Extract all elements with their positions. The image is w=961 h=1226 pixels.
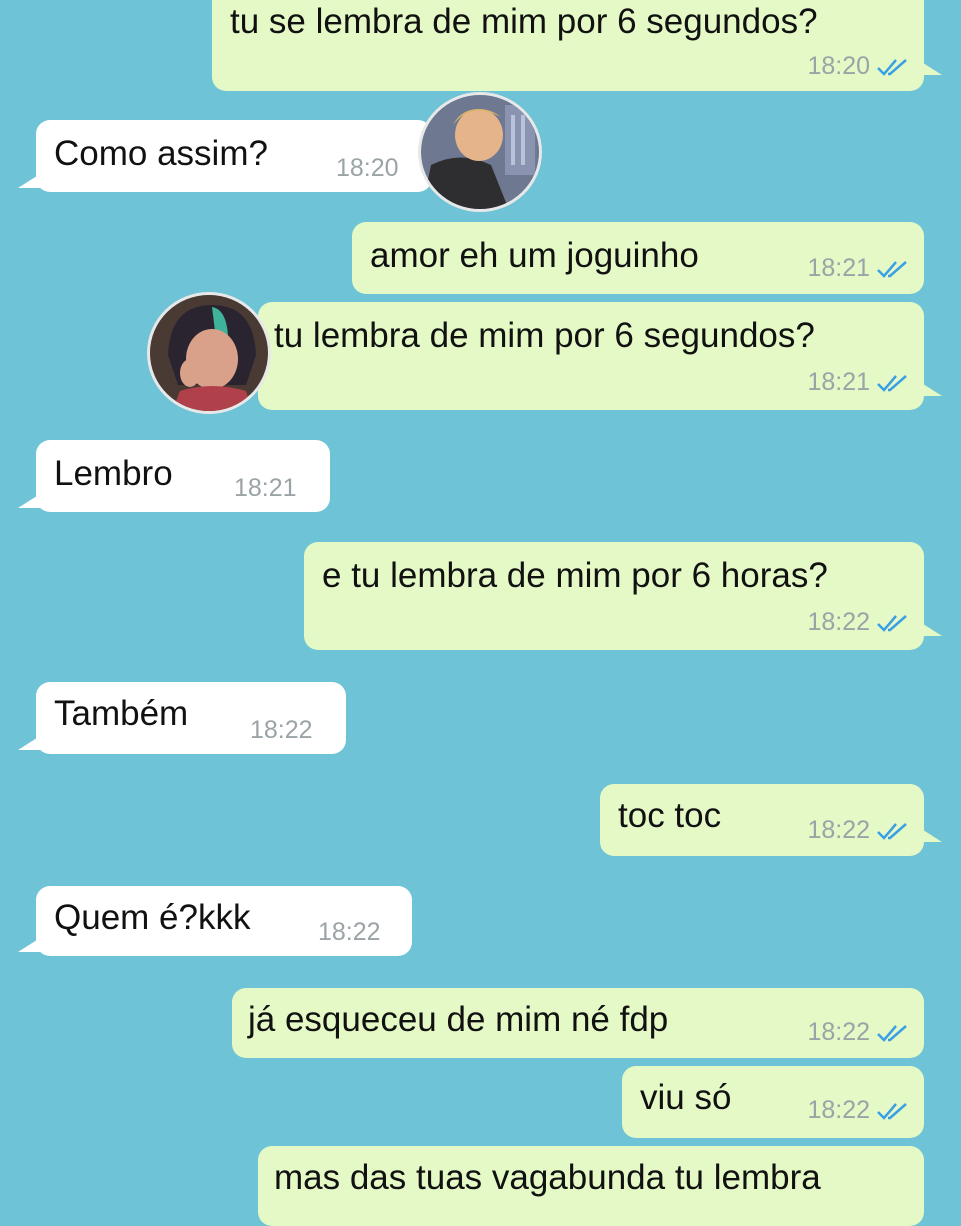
message-bubble-outgoing[interactable]: já esqueceu de mim né fdp 18:22 — [232, 988, 924, 1058]
double-check-icon — [877, 1103, 907, 1121]
message-text: amor eh um joguinho — [370, 236, 699, 275]
message-time: 18:22 — [807, 608, 910, 637]
message-text: já esqueceu de mim né fdp — [248, 1000, 669, 1039]
message-text: tu se lembra de mim por 6 segundos? — [230, 2, 818, 41]
message-text: mas das tuas vagabunda tu lembra — [274, 1158, 821, 1197]
double-check-icon — [877, 59, 907, 77]
message-time: 18:21 — [234, 474, 297, 502]
message-bubble-outgoing[interactable]: tu se lembra de mim por 6 segundos? 18:2… — [212, 0, 942, 91]
user-avatar[interactable] — [147, 292, 271, 414]
double-check-icon — [877, 375, 907, 393]
message-bubble-incoming[interactable]: Como assim? 18:20 — [18, 120, 432, 192]
message-text: tu lembra de mim por 6 segundos? — [274, 316, 815, 355]
message-time: 18:22 — [318, 918, 381, 946]
message-text: Como assim? — [54, 134, 268, 173]
message-text: Quem é?kkk — [54, 898, 251, 937]
message-time: 18:22 — [250, 716, 313, 744]
bubble-tail — [920, 382, 942, 396]
message-text: e tu lembra de mim por 6 horas? — [322, 556, 828, 595]
message-bubble-outgoing[interactable]: amor eh um joguinho 18:21 — [352, 222, 924, 294]
bubble-tail — [18, 736, 40, 750]
message-text: Também — [54, 694, 189, 733]
double-check-icon — [877, 615, 907, 633]
bubble-tail — [18, 174, 40, 188]
message-time: 18:21 — [807, 368, 910, 397]
message-bubble-outgoing[interactable]: toc toc 18:22 — [600, 784, 942, 856]
bubble-tail — [920, 828, 942, 842]
message-bubble-outgoing[interactable]: e tu lembra de mim por 6 horas? 18:22 — [304, 542, 942, 650]
message-time: 18:21 — [807, 254, 910, 283]
message-bubble-incoming[interactable]: Quem é?kkk 18:22 — [18, 886, 412, 956]
avatar-image — [421, 95, 539, 209]
message-time: 18:20 — [807, 52, 910, 81]
bubble-tail — [18, 938, 40, 952]
message-bubble-outgoing[interactable]: mas das tuas vagabunda tu lembra — [258, 1146, 924, 1226]
contact-avatar[interactable] — [418, 92, 542, 212]
message-time: 18:22 — [807, 816, 910, 845]
message-bubble-outgoing[interactable]: viu só 18:22 — [622, 1066, 924, 1138]
message-time: 18:20 — [336, 154, 399, 182]
message-bubble-incoming[interactable]: Também 18:22 — [18, 682, 346, 754]
message-bubble-incoming[interactable]: Lembro 18:21 — [18, 440, 330, 512]
message-text: toc toc — [618, 796, 722, 835]
message-time: 18:22 — [807, 1018, 910, 1047]
message-text: viu só — [640, 1078, 732, 1117]
avatar-image — [150, 295, 268, 411]
message-text: Lembro — [54, 454, 173, 493]
message-time: 18:22 — [807, 1096, 910, 1125]
double-check-icon — [877, 1025, 907, 1043]
double-check-icon — [877, 261, 907, 279]
bubble-tail — [18, 494, 40, 508]
message-bubble-outgoing[interactable]: tu lembra de mim por 6 segundos? 18:21 — [258, 302, 942, 410]
bubble-tail — [920, 622, 942, 636]
bubble-tail — [920, 61, 942, 75]
double-check-icon — [877, 823, 907, 841]
